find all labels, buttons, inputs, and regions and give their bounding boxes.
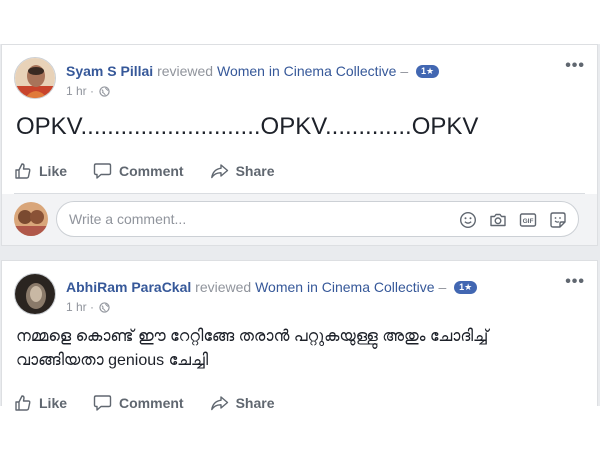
post-header: Syam S Pillai reviewed Women in Cinema C… bbox=[14, 57, 557, 99]
globe-icon[interactable] bbox=[99, 86, 111, 100]
timestamp[interactable]: 1 hr bbox=[66, 300, 87, 314]
speech-bubble-icon bbox=[93, 162, 112, 180]
avatar[interactable] bbox=[14, 57, 56, 99]
share-label: Share bbox=[235, 395, 275, 411]
speech-bubble-icon bbox=[93, 394, 112, 412]
thumbs-up-icon bbox=[14, 162, 32, 180]
like-label: Like bbox=[39, 395, 68, 411]
post-meta: 1 hr · bbox=[66, 300, 111, 316]
post-text: നമ്മളെ കൊണ്ട് ഈ റേറ്റിങ്ങേ തരാൻ പറ്റുകയു… bbox=[16, 328, 489, 369]
post-title: Syam S Pillai reviewed Women in Cinema C… bbox=[66, 63, 440, 79]
comment-tools: GIF bbox=[458, 210, 568, 230]
comment-label: Comment bbox=[119, 395, 184, 411]
review-post: Syam S Pillai reviewed Women in Cinema C… bbox=[1, 44, 598, 246]
comment-label: Comment bbox=[119, 163, 184, 179]
gif-icon[interactable]: GIF bbox=[518, 210, 538, 230]
avatar bbox=[14, 202, 48, 236]
comment-input[interactable] bbox=[69, 211, 369, 227]
author-name[interactable]: Syam S Pillai bbox=[66, 63, 153, 79]
separator-dash: – bbox=[400, 63, 409, 79]
comment-box: GIF bbox=[56, 201, 579, 237]
like-button[interactable]: Like bbox=[14, 162, 67, 180]
more-options-icon[interactable]: ••• bbox=[565, 273, 585, 291]
post-title: AbhiRam ParaCkal reviewed Women in Cinem… bbox=[66, 279, 478, 295]
thumbs-up-icon bbox=[14, 394, 32, 412]
action-bar: Like Comment Share bbox=[14, 391, 275, 415]
post-header: AbhiRam ParaCkal reviewed Women in Cinem… bbox=[14, 273, 557, 315]
more-options-icon[interactable]: ••• bbox=[565, 57, 585, 75]
author-name[interactable]: AbhiRam ParaCkal bbox=[66, 279, 191, 295]
share-arrow-icon bbox=[210, 162, 229, 180]
post-meta: 1 hr · bbox=[66, 84, 111, 100]
action-verb: reviewed bbox=[157, 63, 214, 79]
post-text: OPKV...........................OPKV.....… bbox=[16, 113, 479, 140]
share-arrow-icon bbox=[210, 394, 229, 412]
comment-button[interactable]: Comment bbox=[93, 162, 184, 180]
avatar[interactable] bbox=[14, 273, 56, 315]
share-button[interactable]: Share bbox=[210, 162, 275, 180]
svg-text:GIF: GIF bbox=[523, 218, 534, 225]
smiley-icon[interactable] bbox=[458, 210, 478, 230]
rating-badge[interactable]: 1★ bbox=[454, 281, 478, 294]
like-label: Like bbox=[39, 163, 68, 179]
review-post: AbhiRam ParaCkal reviewed Women in Cinem… bbox=[1, 260, 598, 411]
action-verb: reviewed bbox=[195, 279, 252, 295]
page-link[interactable]: Women in Cinema Collective bbox=[255, 279, 434, 295]
comment-button[interactable]: Comment bbox=[93, 394, 184, 412]
page-link[interactable]: Women in Cinema Collective bbox=[217, 63, 396, 79]
sticker-icon[interactable] bbox=[548, 210, 568, 230]
like-button[interactable]: Like bbox=[14, 394, 67, 412]
globe-icon[interactable] bbox=[99, 302, 111, 316]
meta-dot: · bbox=[90, 84, 95, 98]
camera-icon[interactable] bbox=[488, 210, 508, 230]
share-label: Share bbox=[235, 163, 275, 179]
rating-badge[interactable]: 1★ bbox=[416, 65, 440, 78]
separator-dash: – bbox=[438, 279, 447, 295]
meta-dot: · bbox=[90, 300, 95, 314]
news-feed: Syam S Pillai reviewed Women in Cinema C… bbox=[0, 44, 600, 411]
comment-composer: GIF bbox=[2, 194, 597, 245]
share-button[interactable]: Share bbox=[210, 394, 275, 412]
action-bar: Like Comment Share bbox=[14, 159, 275, 183]
timestamp[interactable]: 1 hr bbox=[66, 84, 87, 98]
